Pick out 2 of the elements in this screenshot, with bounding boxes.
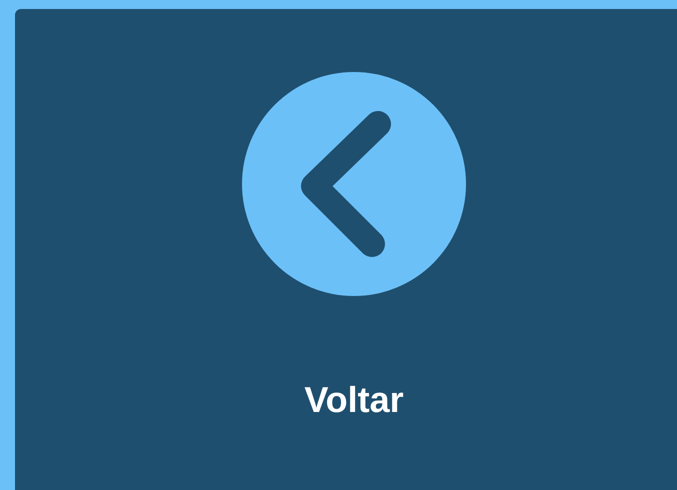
- back-button[interactable]: Voltar: [15, 9, 677, 490]
- chevron-left-icon: [242, 72, 466, 296]
